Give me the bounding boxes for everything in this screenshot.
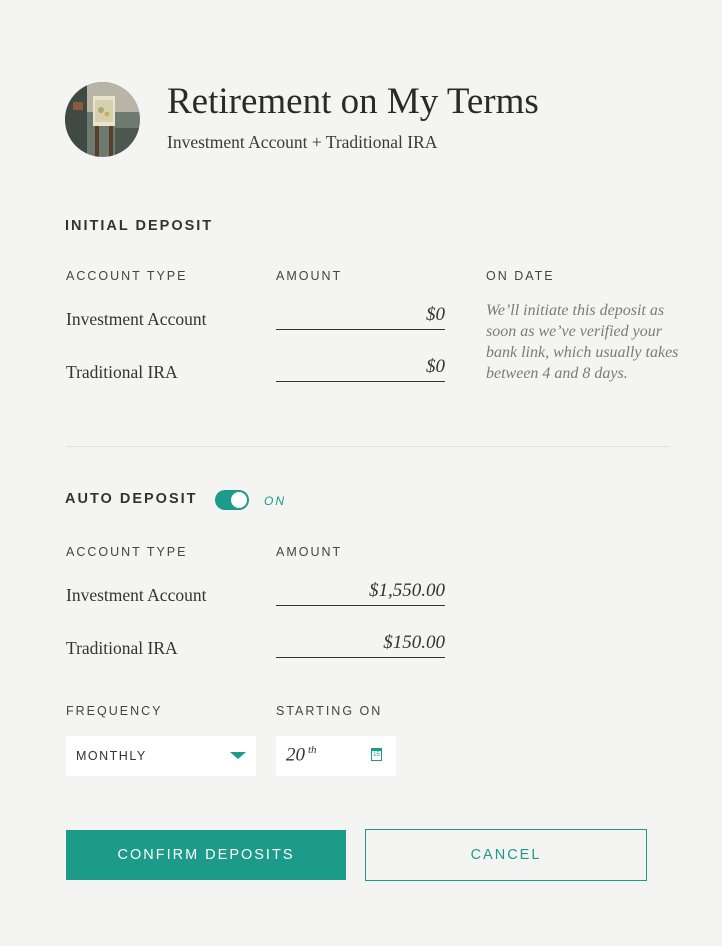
chevron-down-icon (230, 752, 246, 759)
cancel-button[interactable]: CANCEL (365, 829, 647, 881)
initial-deposit-note: We’ll initiate this deposit as soon as w… (486, 302, 679, 382)
initial-amount-investment-input[interactable]: $0 (276, 300, 445, 330)
initial-amount-header: AMOUNT (276, 269, 343, 283)
frequency-label: FREQUENCY (66, 704, 163, 718)
initial-deposit-heading: INITIAL DEPOSIT (65, 218, 214, 234)
auto-account-investment: Investment Account (66, 585, 207, 605)
toggle-knob (231, 492, 247, 508)
calendar-icon-number: 15 (373, 752, 380, 758)
section-divider (66, 446, 669, 447)
auto-deposit-heading: AUTO DEPOSIT (65, 491, 198, 507)
avatar-image (65, 82, 140, 157)
auto-deposit-toggle-state: ON (264, 494, 286, 508)
page-title: Retirement on My Terms (167, 81, 539, 122)
initial-account-type-header: ACCOUNT TYPE (66, 269, 188, 283)
auto-account-ira: Traditional IRA (66, 638, 178, 658)
auto-account-type-header: ACCOUNT TYPE (66, 545, 188, 559)
page-subtitle: Investment Account + Traditional IRA (167, 132, 438, 152)
auto-deposit-toggle[interactable] (215, 490, 249, 510)
auto-amount-header: AMOUNT (276, 545, 343, 559)
confirm-deposits-button[interactable]: CONFIRM DEPOSITS (66, 830, 346, 880)
frequency-value: MONTHLY (76, 749, 147, 763)
avatar (65, 82, 140, 157)
initial-amount-ira-input[interactable]: $0 (276, 352, 445, 382)
frequency-select[interactable]: MONTHLY (66, 736, 256, 776)
auto-amount-investment-input[interactable]: $1,550.00 (276, 576, 445, 606)
calendar-icon[interactable]: 15 (371, 748, 382, 761)
starting-date-value: 20th (286, 744, 317, 766)
initial-on-date-header: ON DATE (486, 269, 555, 283)
initial-account-investment: Investment Account (66, 309, 207, 329)
starting-day: 20 (286, 744, 305, 766)
initial-account-ira: Traditional IRA (66, 362, 178, 382)
auto-amount-ira-input[interactable]: $150.00 (276, 628, 445, 658)
starting-day-suffix: th (308, 744, 317, 756)
starting-on-label: STARTING ON (276, 704, 383, 718)
starting-date-picker[interactable]: 20th 15 (276, 736, 396, 776)
